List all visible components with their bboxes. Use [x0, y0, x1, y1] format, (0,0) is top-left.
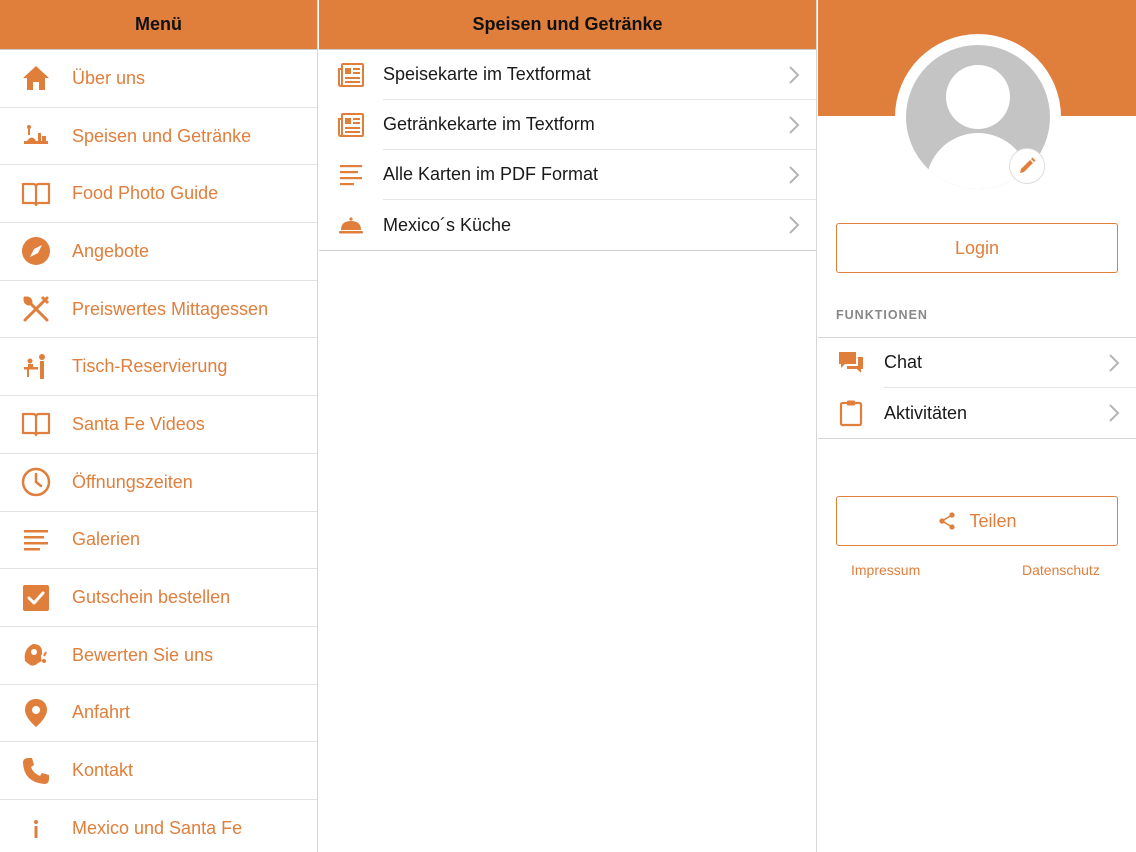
- location-pin-icon: [0, 697, 72, 729]
- menu-header: Menü: [0, 0, 317, 50]
- profile-panel: Login FUNKTIONEN Chat Aktivitäten Teilen…: [818, 0, 1136, 852]
- submenu-item-pdf[interactable]: Alle Karten im PDF Format: [319, 150, 816, 200]
- reservation-icon: [0, 351, 72, 383]
- login-button[interactable]: Login: [836, 223, 1118, 273]
- menu-item-galerien[interactable]: Galerien: [0, 512, 317, 570]
- function-item-chat[interactable]: Chat: [818, 338, 1136, 388]
- submenu-item-getraenkekarte[interactable]: Getränkekarte im Textform: [319, 100, 816, 150]
- newspaper-icon: [319, 110, 383, 140]
- menu-item-tisch-reservierung[interactable]: Tisch-Reservierung: [0, 338, 317, 397]
- share-icon: [939, 512, 956, 530]
- function-item-label: Chat: [884, 338, 1136, 388]
- menu-item-kontakt[interactable]: Kontakt: [0, 742, 317, 800]
- menu-item-gutschein-bestellen[interactable]: Gutschein bestellen: [0, 569, 317, 627]
- checkbox-icon: [0, 582, 72, 614]
- submenu-item-label: Alle Karten im PDF Format: [383, 150, 816, 200]
- menu-item-santa-fe-videos[interactable]: Santa Fe Videos: [0, 396, 317, 454]
- cloche-icon: [319, 210, 383, 240]
- clock-icon: [0, 466, 72, 498]
- home-icon: [0, 62, 72, 94]
- menu-item-label: Anfahrt: [72, 702, 131, 723]
- menu-item-label: Speisen und Getränke: [72, 125, 252, 146]
- menu-item-oeffnungszeiten[interactable]: Öffnungszeiten: [0, 454, 317, 512]
- chevron-right-icon: [789, 116, 800, 134]
- functions-list: Chat Aktivitäten: [818, 337, 1136, 439]
- menu-item-anfahrt[interactable]: Anfahrt: [0, 685, 317, 743]
- menu-list: Über uns Speisen und Getränke Food Photo…: [0, 50, 317, 852]
- menu-item-speisen-und-getraenke[interactable]: Speisen und Getränke: [0, 108, 317, 166]
- phone-icon: [0, 755, 72, 787]
- menu-item-label: Preiswertes Mittagessen: [72, 298, 269, 319]
- menu-item-label: Santa Fe Videos: [72, 413, 205, 434]
- book-icon: [0, 408, 72, 440]
- menu-item-label: Mexico und Santa Fe: [72, 818, 243, 839]
- info-icon: [0, 813, 72, 845]
- submenu-item-speisekarte[interactable]: Speisekarte im Textformat: [319, 50, 816, 100]
- content-panel: Speisen und Getränke Speisekarte im Text…: [319, 0, 817, 852]
- menu-item-label: Über uns: [72, 67, 146, 88]
- menu-item-label: Kontakt: [72, 760, 134, 781]
- menu-item-preiswertes-mittagessen[interactable]: Preiswertes Mittagessen: [0, 281, 317, 339]
- chevron-right-icon: [1109, 404, 1120, 422]
- menu-item-label: Bewerten Sie uns: [72, 644, 214, 665]
- menu-item-label: Angebote: [72, 240, 150, 261]
- chevron-right-icon: [1109, 354, 1120, 372]
- chevron-right-icon: [789, 66, 800, 84]
- menu-item-mexico-und-santa-fe[interactable]: Mexico und Santa Fe: [0, 800, 317, 852]
- clipboard-icon: [818, 399, 884, 427]
- edit-avatar-button[interactable]: [1009, 148, 1045, 184]
- submenu-item-label: Speisekarte im Textformat: [383, 50, 816, 100]
- datenschutz-link[interactable]: Datenschutz: [1022, 562, 1100, 578]
- menu-item-label: Gutschein bestellen: [72, 587, 231, 608]
- menu-item-label: Öffnungszeiten: [72, 471, 193, 492]
- chat-icon: [818, 349, 884, 377]
- pencil-icon: [1020, 157, 1036, 173]
- functions-section-label: FUNKTIONEN: [836, 308, 928, 322]
- food-icon: [0, 120, 72, 152]
- newspaper-icon: [319, 60, 383, 90]
- menu-item-food-photo-guide[interactable]: Food Photo Guide: [0, 165, 317, 224]
- menu-item-label: Food Photo Guide: [72, 183, 219, 204]
- function-item-label: Aktivitäten: [884, 402, 968, 423]
- menu-item-ueber-uns[interactable]: Über uns: [0, 50, 317, 108]
- rating-icon: [0, 639, 72, 671]
- cutlery-icon: [0, 293, 72, 325]
- share-button-label: Teilen: [969, 510, 1017, 531]
- menu-item-bewerten-sie-uns[interactable]: Bewerten Sie uns: [0, 627, 317, 685]
- compass-icon: [0, 235, 72, 267]
- chevron-right-icon: [789, 166, 800, 184]
- submenu-item-label: Mexico´s Küche: [383, 214, 512, 235]
- lines-icon: [319, 160, 383, 190]
- menu-title: Menü: [135, 14, 182, 34]
- chevron-right-icon: [789, 216, 800, 234]
- content-header: Speisen und Getränke: [319, 0, 816, 50]
- avatar-head: [946, 65, 1010, 129]
- share-button[interactable]: Teilen: [836, 496, 1118, 546]
- lines-icon: [0, 524, 72, 556]
- submenu-list: Speisekarte im Textformat Getränkekarte …: [319, 50, 816, 251]
- menu-panel: Menü Über uns Speisen und Getränke Food …: [0, 0, 318, 852]
- impressum-link[interactable]: Impressum: [851, 562, 920, 578]
- book-icon: [0, 178, 72, 210]
- content-title: Speisen und Getränke: [472, 14, 663, 34]
- menu-item-label: Galerien: [72, 529, 141, 550]
- menu-item-angebote[interactable]: Angebote: [0, 223, 317, 281]
- function-item-aktivitaeten[interactable]: Aktivitäten: [818, 388, 1136, 438]
- menu-item-label: Tisch-Reservierung: [72, 356, 228, 377]
- submenu-item-mexicos-kueche[interactable]: Mexico´s Küche: [319, 200, 816, 250]
- submenu-item-label: Getränkekarte im Textform: [383, 100, 816, 150]
